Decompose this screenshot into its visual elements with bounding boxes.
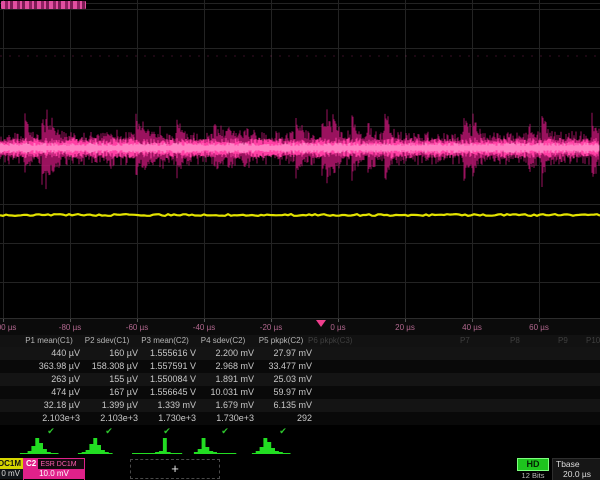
time-axis-label: -40 µs bbox=[182, 323, 226, 332]
measure-value: 167 µV bbox=[80, 386, 140, 399]
histicon-p4[interactable] bbox=[190, 436, 244, 456]
c2-coupling-label: ESR DC1M bbox=[40, 461, 76, 468]
measure-value: 2.200 mV bbox=[196, 347, 256, 360]
axis-tick bbox=[3, 319, 4, 322]
measure-header-1[interactable]: P1 mean(C1) bbox=[16, 335, 82, 347]
measure-value: 1.399 µV bbox=[80, 399, 140, 412]
measure-header-inactive[interactable]: P6 pkpk(C3) bbox=[308, 335, 352, 347]
measure-value: 1.730e+3 bbox=[196, 412, 256, 425]
axis-tick bbox=[271, 319, 272, 322]
hd-mode-badge[interactable]: HD 12 Bits bbox=[517, 458, 549, 480]
measure-header-5[interactable]: P5 pkpk(C2) bbox=[248, 335, 314, 347]
time-axis-label: -80 µs bbox=[48, 323, 92, 332]
measure-value: 160 µV bbox=[80, 347, 140, 360]
measure-header-row: P1 mean(C1)P2 sdev(C1)P3 mean(C2)P4 sdev… bbox=[0, 335, 600, 347]
c2-channel-label: C2 bbox=[24, 459, 38, 469]
add-trace-box[interactable]: + bbox=[130, 459, 220, 479]
axis-tick bbox=[204, 319, 205, 322]
waveform-traces bbox=[0, 0, 600, 318]
measure-value: 27.97 mV bbox=[254, 347, 314, 360]
top-left-trace-descriptor-badge[interactable] bbox=[1, 1, 86, 9]
measure-value: 33.477 mV bbox=[254, 360, 314, 373]
measure-value: 1.730e+3 bbox=[138, 412, 198, 425]
measure-header-3[interactable]: P3 mean(C2) bbox=[132, 335, 198, 347]
time-axis: -100 µs -80 µs -60 µs -40 µs -20 µs 0 µs 20 µs… bbox=[0, 318, 600, 335]
c2-volts-per-div: 10.0 mV bbox=[24, 469, 84, 479]
c2-noise-trace-core bbox=[0, 143, 599, 154]
measure-value: 32.18 µV bbox=[22, 399, 82, 412]
measure-header-inactive[interactable]: P9 bbox=[558, 335, 568, 347]
measure-header-inactive[interactable]: P8 bbox=[510, 335, 520, 347]
measure-value: 292 bbox=[254, 412, 314, 425]
measure-header-inactive[interactable]: P7 bbox=[460, 335, 470, 347]
measure-value: 263 µV bbox=[22, 373, 82, 386]
hd-bits-label: 12 Bits bbox=[517, 471, 549, 480]
measure-value: 1.557591 V bbox=[138, 360, 198, 373]
histicon-p5[interactable] bbox=[248, 436, 302, 456]
measure-row-sdev: 32.18 µV1.399 µV1.339 mV1.679 mV6.135 mV bbox=[0, 399, 600, 412]
histicon-p1[interactable] bbox=[16, 436, 70, 456]
measure-value: 363.98 µV bbox=[22, 360, 82, 373]
axis-tick bbox=[405, 319, 406, 322]
histicon-p2[interactable] bbox=[74, 436, 128, 456]
bottom-bar: DC1M 0 mV C2 ESR DC1M 10.0 mV + HD 12 Bi… bbox=[0, 458, 600, 480]
measure-value: 1.555616 V bbox=[138, 347, 198, 360]
c1-volts-per-div: 0 mV bbox=[0, 469, 23, 479]
axis-tick bbox=[70, 319, 71, 322]
plus-icon: + bbox=[171, 461, 179, 476]
time-axis-label: 40 µs bbox=[450, 323, 494, 332]
measure-value: 10.031 mV bbox=[196, 386, 256, 399]
measure-value: 1.556645 V bbox=[138, 386, 198, 399]
measure-row-max: 474 µV167 µV1.556645 V10.031 mV59.97 mV bbox=[0, 386, 600, 399]
measure-value: 59.97 mV bbox=[254, 386, 314, 399]
axis-tick bbox=[338, 319, 339, 322]
measurement-table: P1 mean(C1)P2 sdev(C1)P3 mean(C2)P4 sdev… bbox=[0, 335, 600, 437]
measure-value: 2.103e+3 bbox=[22, 412, 82, 425]
measure-value: 440 µV bbox=[22, 347, 82, 360]
measure-value: 1.679 mV bbox=[196, 399, 256, 412]
histicon-p3[interactable] bbox=[132, 436, 186, 456]
timebase-descriptor[interactable]: Tbase 20.0 µs bbox=[552, 458, 600, 480]
measure-value: 2.103e+3 bbox=[80, 412, 140, 425]
measure-row-min: 263 µV155 µV1.550084 V1.891 mV25.03 mV bbox=[0, 373, 600, 386]
c1-flat-trace bbox=[0, 214, 600, 216]
axis-tick bbox=[472, 319, 473, 322]
tbase-label: Tbase bbox=[553, 459, 600, 469]
measure-value: 1.550084 V bbox=[138, 373, 198, 386]
time-axis-label: 0 µs bbox=[316, 323, 360, 332]
measure-value: 155 µV bbox=[80, 373, 140, 386]
measure-value: 2.968 mV bbox=[196, 360, 256, 373]
channel-c2-descriptor[interactable]: C2 ESR DC1M 10.0 mV bbox=[23, 458, 85, 480]
waveform-grid-area[interactable] bbox=[0, 0, 600, 318]
oscilloscope-screen: -100 µs -80 µs -60 µs -40 µs -20 µs 0 µs 20 µs… bbox=[0, 0, 600, 480]
measure-row-num: 2.103e+32.103e+31.730e+31.730e+3292 bbox=[0, 412, 600, 425]
time-axis-label: -20 µs bbox=[249, 323, 293, 332]
tbase-value: 20.0 µs bbox=[553, 469, 600, 479]
time-axis-label: 20 µs bbox=[383, 323, 427, 332]
hd-label: HD bbox=[517, 458, 549, 471]
measure-row-value: 440 µV160 µV1.555616 V2.200 mV27.97 mV bbox=[0, 347, 600, 360]
time-axis-label: -60 µs bbox=[115, 323, 159, 332]
measure-value: 1.339 mV bbox=[138, 399, 198, 412]
measure-value: 6.135 mV bbox=[254, 399, 314, 412]
measure-value: 25.03 mV bbox=[254, 373, 314, 386]
measure-row-mean: 363.98 µV158.308 µV1.557591 V2.968 mV33.… bbox=[0, 360, 600, 373]
axis-tick bbox=[137, 319, 138, 322]
measure-header-4[interactable]: P4 sdev(C2) bbox=[190, 335, 256, 347]
axis-tick bbox=[539, 319, 540, 322]
time-axis-label: -100 µs bbox=[0, 323, 25, 332]
measure-value: 1.891 mV bbox=[196, 373, 256, 386]
time-axis-label: 60 µs bbox=[517, 323, 561, 332]
channel-c1-descriptor[interactable]: DC1M 0 mV bbox=[0, 458, 24, 480]
measure-value: 474 µV bbox=[22, 386, 82, 399]
measure-value: 158.308 µV bbox=[80, 360, 140, 373]
measure-header-2[interactable]: P2 sdev(C1) bbox=[74, 335, 140, 347]
measure-header-inactive[interactable]: P10 bbox=[586, 335, 600, 347]
c1-coupling-label: DC1M bbox=[0, 459, 23, 469]
